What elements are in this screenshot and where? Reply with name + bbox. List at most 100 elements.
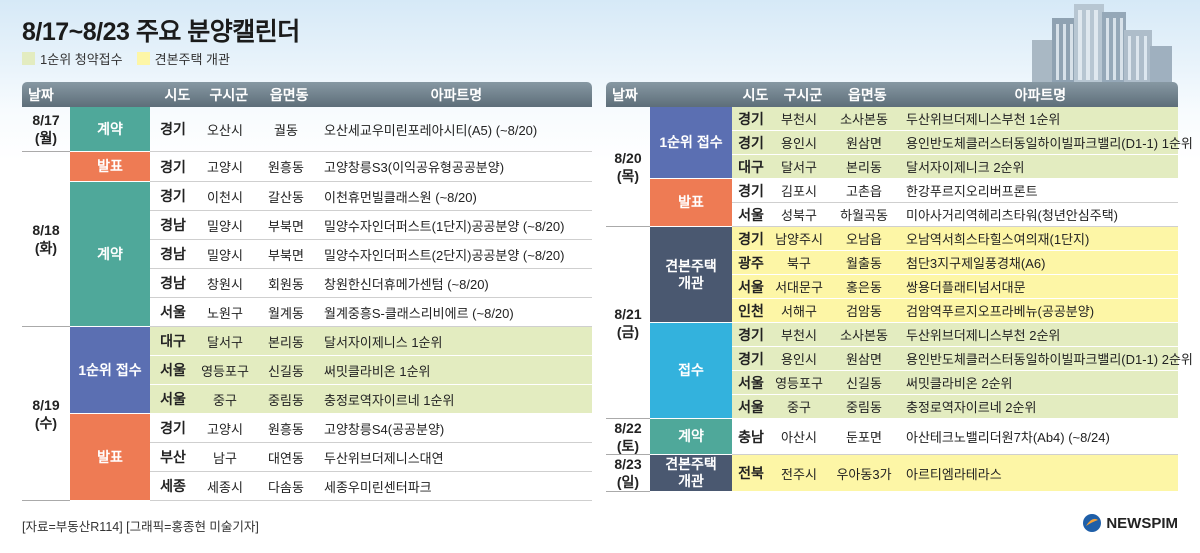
apt-cell: 오남역서희스타힐스여의재(1단지) bbox=[906, 232, 1090, 247]
gu-cell: 영등포구 bbox=[201, 363, 249, 379]
table-row: 서울 서대문구 홍은동 쌍용더플래티넘서대문 bbox=[732, 275, 1178, 299]
newspim-logo-icon bbox=[1083, 514, 1102, 532]
sido-cell: 인천 bbox=[738, 302, 764, 319]
sido-cell: 경기 bbox=[160, 121, 186, 137]
table-row: 서울 영등포구 신길동 써밋클라비온 2순위 bbox=[732, 371, 1178, 395]
header-sido: 시도 bbox=[164, 86, 191, 103]
dong-cell: 궐동 bbox=[274, 122, 298, 138]
category-cell: 접수 bbox=[650, 323, 732, 419]
sido-cell: 세종 bbox=[160, 478, 186, 494]
apt-cell: 달서자이제니스 1순위 bbox=[324, 334, 443, 350]
sido-cell: 경기 bbox=[738, 350, 764, 367]
category-cell: 계약 bbox=[70, 182, 150, 327]
gu-cell: 부천시 bbox=[781, 328, 817, 343]
category-cell: 견본주택 개관 bbox=[650, 227, 732, 323]
apt-cell: 창원한신더휴메가센텀 (~8/20) bbox=[324, 276, 489, 292]
date-cell: 8/22 (토) bbox=[606, 419, 650, 455]
header-apt: 아파트명 bbox=[430, 86, 483, 103]
apt-cell: 월계중흥S-클래스리비에르 (~8/20) bbox=[324, 305, 514, 321]
dong-cell: 원흥동 bbox=[268, 421, 304, 437]
table-row: 경기 김포시 고촌읍 한강푸르지오리버프론트 bbox=[732, 179, 1178, 203]
category-cell: 1순위 접수 bbox=[650, 107, 732, 179]
table-row: 경기 용인시 원삼면 용인반도체클러스터동일하이빌파크밸리(D1-1) 1순위 bbox=[732, 131, 1193, 155]
gu-cell: 세종시 bbox=[207, 479, 243, 495]
table-row: 경남 창원시 회원동 창원한신더휴메가센텀 (~8/20) bbox=[150, 269, 592, 298]
gu-cell: 고양시 bbox=[207, 160, 243, 175]
dong-cell: 월계동 bbox=[268, 305, 304, 321]
gu-cell: 달서구 bbox=[781, 160, 817, 175]
table-row: 서울 중구 중림동 충정로역자이르네 1순위 bbox=[150, 385, 592, 414]
dong-cell: 신길동 bbox=[268, 363, 304, 379]
gu-cell: 달서구 bbox=[207, 334, 243, 350]
table-row: 광주 북구 월출동 첨단3지구제일풍경채(A6) bbox=[732, 251, 1178, 275]
sido-cell: 경남 bbox=[160, 275, 186, 291]
header-apt: 아파트명 bbox=[1014, 86, 1067, 103]
legend-swatch-yellow bbox=[136, 52, 150, 65]
apt-cell: 세종우미린센터파크 bbox=[324, 479, 432, 495]
dong-cell: 회원동 bbox=[268, 276, 304, 292]
gu-cell: 고양시 bbox=[207, 421, 243, 437]
table-row: 경기 부천시 소사본동 두산위브더제니스부천 1순위 bbox=[732, 107, 1178, 131]
header-sido: 시도 bbox=[742, 86, 769, 103]
gu-cell: 북구 bbox=[787, 256, 811, 271]
dong-cell: 중림동 bbox=[268, 392, 304, 408]
header-dong: 읍면동 bbox=[847, 86, 887, 103]
sido-cell: 서울 bbox=[160, 391, 186, 407]
table-row: 충남 아산시 둔포면 아산테크노밸리더원7차(Ab4) (~8/24) bbox=[732, 419, 1178, 455]
gu-cell: 부천시 bbox=[781, 112, 817, 127]
newspim-logo-text: NEWSPIM bbox=[1106, 514, 1178, 532]
category-cell: 계약 bbox=[650, 419, 732, 455]
header-date: 날짜 bbox=[28, 86, 54, 103]
apt-cell: 밀양수자인더퍼스트(2단지)공공분양 (~8/20) bbox=[324, 247, 565, 263]
dong-cell: 홍은동 bbox=[846, 280, 882, 295]
dong-cell: 월출동 bbox=[846, 256, 882, 271]
sido-cell: 대구 bbox=[738, 158, 764, 175]
apt-cell: 검암역푸르지오프라베뉴(공공분양) bbox=[906, 304, 1095, 319]
sido-cell: 경남 bbox=[160, 217, 186, 233]
table-header: 날짜 시도 구시군 읍면동 아파트명 bbox=[22, 82, 592, 107]
category-cell: 발표 bbox=[70, 152, 150, 182]
apt-cell: 밀양수자인더퍼스트(1단지)공공분양 (~8/20) bbox=[324, 218, 565, 234]
date-cell: 8/19 (수) bbox=[22, 327, 70, 501]
date-cell: 8/17 (월) bbox=[22, 107, 70, 152]
table-row: 경남 밀양시 부북면 밀양수자인더퍼스트(2단지)공공분양 (~8/20) bbox=[150, 240, 592, 269]
category-cell: 견본주택 개관 bbox=[650, 455, 732, 492]
sido-cell: 서울 bbox=[738, 206, 764, 223]
dong-cell: 원흥동 bbox=[268, 160, 304, 175]
apt-cell: 충정로역자이르네 2순위 bbox=[906, 400, 1037, 415]
source-credit: [자료=부동산R114] [그래픽=홍종현 미술기자] bbox=[22, 520, 259, 534]
sido-cell: 경기 bbox=[738, 134, 764, 151]
apt-cell: 아산테크노밸리더원7차(Ab4) (~8/24) bbox=[906, 430, 1110, 445]
gu-cell: 남양주시 bbox=[775, 232, 823, 247]
table-row: 경기 남양주시 오남읍 오남역서희스타힐스여의재(1단지) bbox=[732, 227, 1178, 251]
sido-cell: 전북 bbox=[738, 465, 764, 481]
table-row: 경기 고양시 원흥동 고양창릉S3(이익공유형공공분양) bbox=[150, 152, 592, 182]
apt-cell: 두산위브더제니스부천 1순위 bbox=[906, 112, 1061, 127]
table-row: 경기 오산시 궐동 오산세교우미린포레아시티(A5) (~8/20) bbox=[150, 107, 592, 152]
apt-cell: 두산위브더제니스대연 bbox=[324, 450, 444, 466]
apt-cell: 첨단3지구제일풍경채(A6) bbox=[906, 256, 1046, 271]
sido-cell: 경기 bbox=[738, 230, 764, 247]
table-row: 대구 달서구 본리동 달서자이제니스 1순위 bbox=[150, 327, 592, 356]
buildings-illustration bbox=[1032, 4, 1172, 85]
apt-cell: 충정로역자이르네 1순위 bbox=[324, 392, 455, 408]
sido-cell: 경기 bbox=[160, 420, 186, 436]
apt-cell: 용인반도체클러스터동일하이빌파크밸리(D1-1) 2순위 bbox=[906, 352, 1193, 367]
gu-cell: 영등포구 bbox=[775, 376, 823, 391]
calendar-panel-left: 날짜 시도 구시군 읍면동 아파트명 경기 오산시 궐동 오산세교우미린포레아시티(A… bbox=[22, 82, 592, 501]
gu-cell: 서해구 bbox=[781, 304, 817, 319]
dong-cell: 검암동 bbox=[846, 304, 882, 319]
gu-cell: 용인시 bbox=[781, 352, 817, 367]
apt-cell: 쌍용더플래티넘서대문 bbox=[906, 280, 1026, 295]
header-category bbox=[656, 82, 737, 107]
table-row: 경기 용인시 원삼면 용인반도체클러스터동일하이빌파크밸리(D1-1) 2순위 bbox=[732, 347, 1193, 371]
sido-cell: 광주 bbox=[738, 254, 764, 271]
apt-cell: 미아사거리역헤리츠타워(청년안심주택) bbox=[906, 208, 1118, 223]
table-header: 날짜 시도 구시군 읍면동 아파트명 bbox=[606, 82, 1178, 107]
dong-cell: 하월곡동 bbox=[840, 208, 888, 223]
sido-cell: 서울 bbox=[738, 398, 764, 415]
apt-cell: 한강푸르지오리버프론트 bbox=[906, 184, 1038, 199]
table-row: 대구 달서구 본리동 달서자이제니크 2순위 bbox=[732, 155, 1178, 179]
sido-cell: 경기 bbox=[738, 326, 764, 343]
dong-cell: 다솜동 bbox=[268, 479, 304, 495]
